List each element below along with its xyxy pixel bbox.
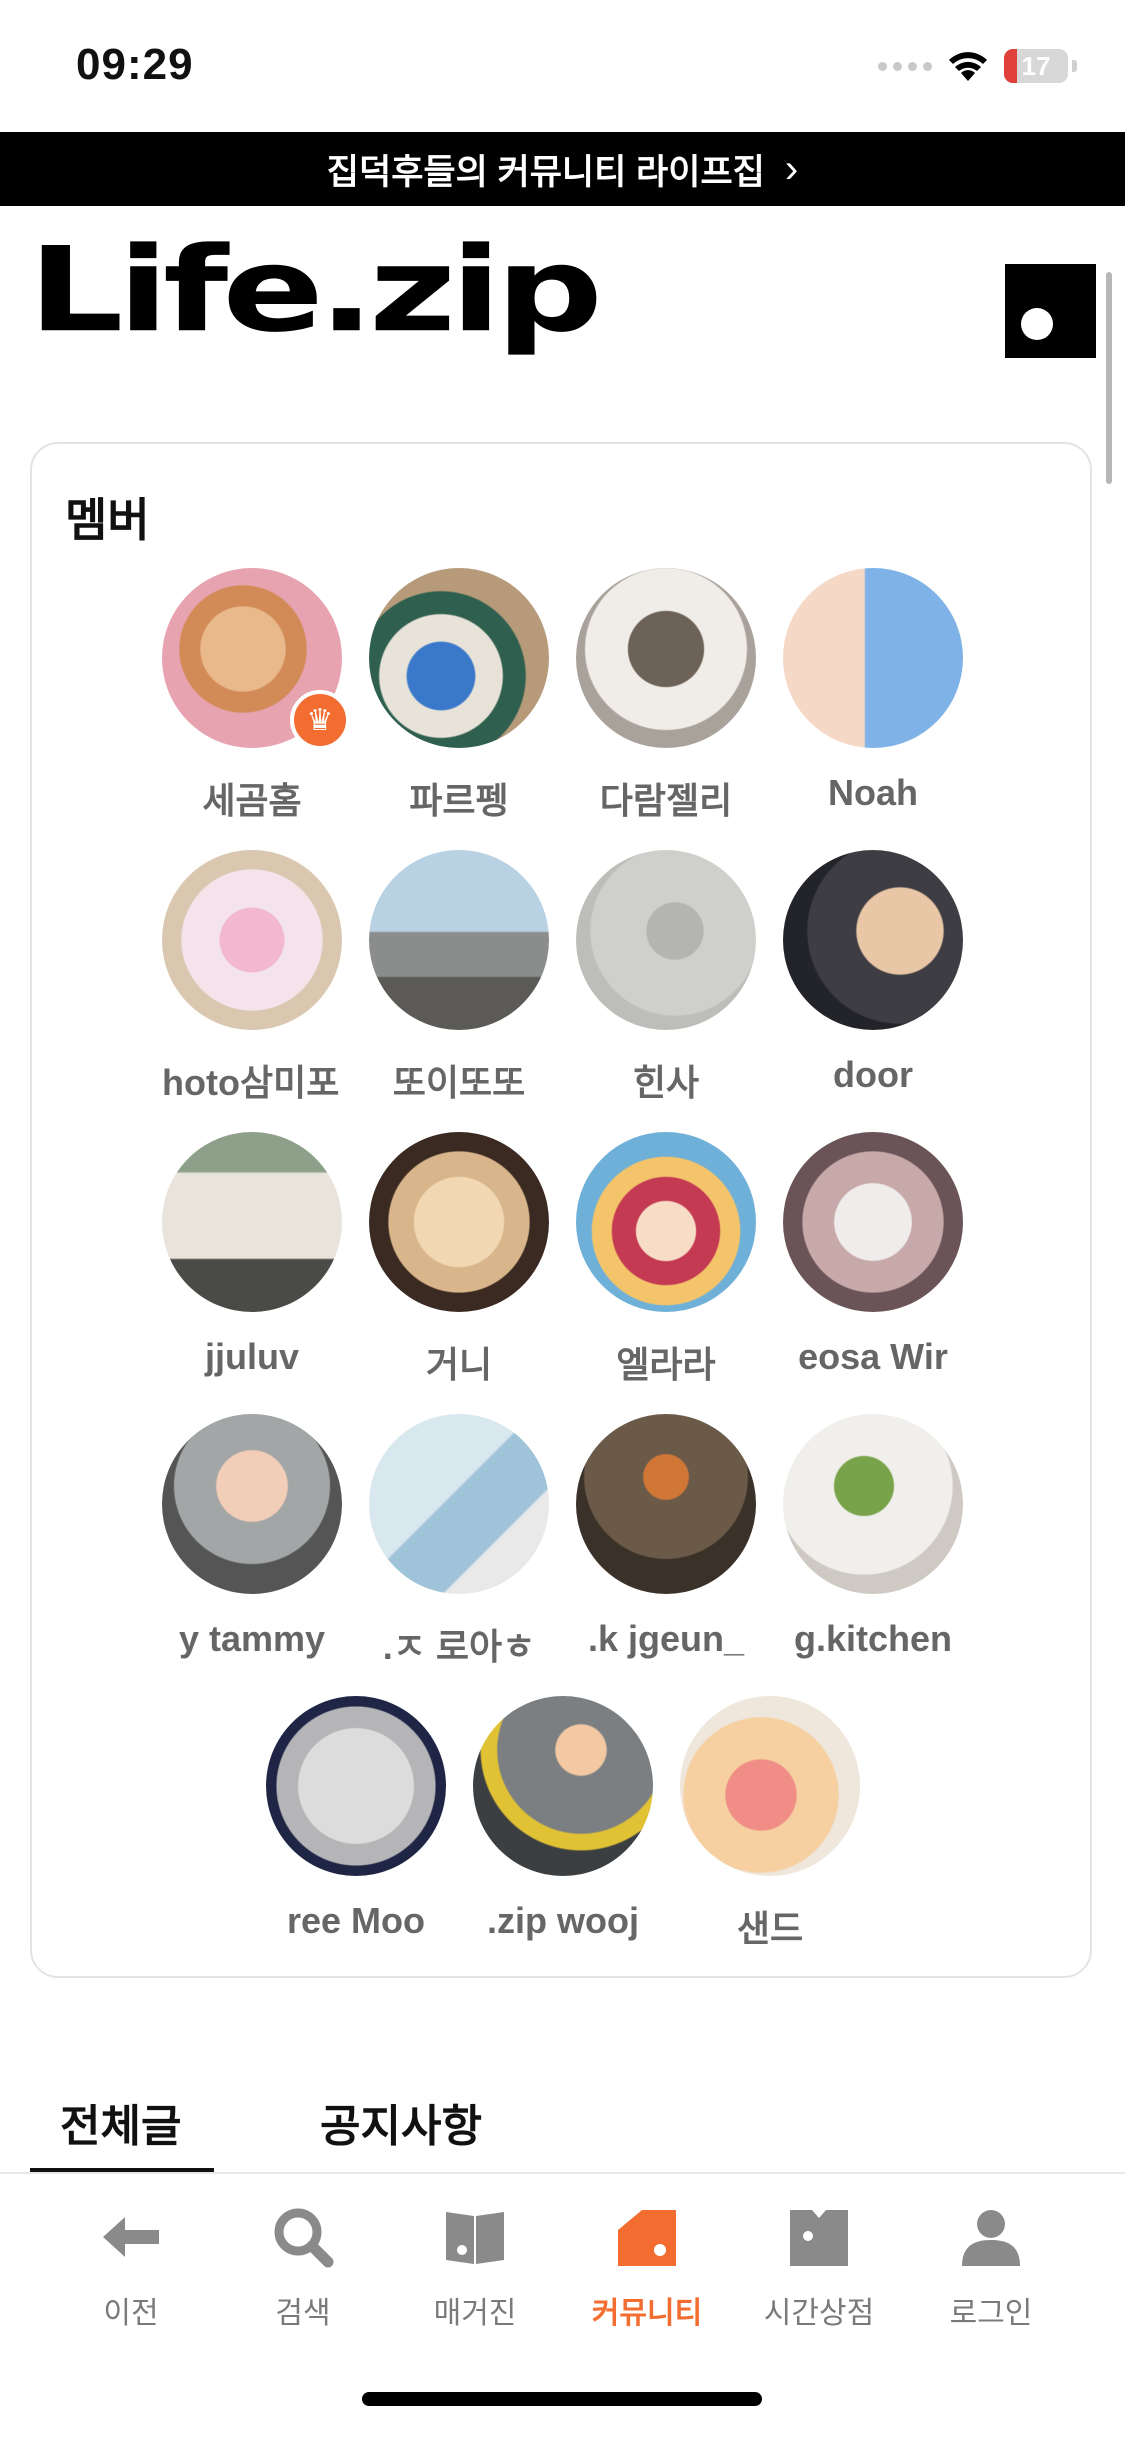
status-bar: 09:29 17 — [0, 0, 1125, 132]
home-indicator[interactable] — [362, 2392, 762, 2406]
member-name: 다람젤리 — [599, 780, 733, 821]
nav-label: 로그인 — [949, 2297, 1033, 2330]
member-name: 거니 — [425, 1344, 493, 1385]
member-name: 또이또또 — [392, 1062, 526, 1103]
battery-icon: 17 — [1004, 49, 1068, 83]
member-avatar — [576, 1414, 756, 1594]
member-avatar — [369, 1414, 549, 1594]
member-item[interactable]: Noah — [783, 568, 963, 814]
member-avatar — [369, 568, 549, 748]
nav-label: 시간상점 — [763, 2297, 875, 2330]
user-icon — [962, 2210, 1020, 2266]
members-title: 멤버 — [65, 494, 150, 546]
wifi-icon — [949, 52, 987, 81]
member-name: 엘라라 — [616, 1344, 716, 1385]
member-name: 세곰홈 — [202, 780, 302, 821]
member-name: .k jgeun_ — [587, 1618, 745, 1659]
member-avatar — [369, 1132, 549, 1312]
logo-mark-icon[interactable] — [1005, 264, 1096, 358]
status-icons: 17 — [878, 46, 1077, 86]
battery-level: 17 — [1021, 50, 1051, 81]
tab-notice[interactable]: 공지사항 — [320, 2090, 482, 2154]
member-item[interactable]: ♛ 세곰홈 — [162, 568, 350, 824]
nav-label: 커뮤니티 — [591, 2297, 703, 2330]
book-icon — [446, 2212, 504, 2264]
member-avatar — [783, 1132, 963, 1312]
member-name: hoto삼미포! — [162, 1062, 342, 1103]
member-avatar — [473, 1696, 653, 1876]
nav-community[interactable]: 커뮤니티 — [561, 2200, 733, 2332]
banner-text: 집덕후들의 커뮤니티 라이프집 — [326, 152, 765, 192]
status-time: 09:29 — [76, 40, 194, 89]
nav-timesale[interactable]: 시간상점 — [733, 2200, 905, 2332]
member-name: jjuluv — [204, 1336, 299, 1377]
member-name: g.kitchen — [793, 1618, 953, 1659]
member-avatar — [162, 850, 342, 1030]
site-logo[interactable]: Life.zip — [28, 232, 603, 349]
member-item[interactable]: jjuluv — [162, 1132, 342, 1378]
nav-back[interactable]: 이전 — [45, 2200, 217, 2332]
member-name: Noah — [828, 772, 918, 813]
member-item[interactable]: eosa Wir — [783, 1132, 963, 1378]
member-name: y tammy — [178, 1618, 326, 1659]
tab-all-posts[interactable]: 전체글 — [60, 2090, 181, 2154]
nav-login[interactable]: 로그인 — [905, 2200, 1077, 2332]
member-item[interactable]: 파르펭 — [369, 568, 549, 824]
scrollbar[interactable] — [1106, 272, 1112, 484]
member-name: door — [833, 1054, 913, 1095]
member-avatar — [369, 850, 549, 1030]
member-item[interactable]: hoto삼미포! — [162, 850, 342, 1106]
member-name: ree Moo — [286, 1900, 426, 1941]
post-tabs: 전체글 공지사항 — [0, 2090, 1125, 2172]
member-item[interactable]: ree Moo — [266, 1696, 446, 1942]
member-avatar — [783, 568, 963, 748]
member-item[interactable]: 또이또또 — [369, 850, 549, 1106]
member-avatar — [266, 1696, 446, 1876]
search-icon — [274, 2208, 334, 2268]
member-item[interactable]: g.kitchen — [783, 1414, 963, 1660]
member-name: 힌사 — [632, 1062, 700, 1103]
member-item[interactable]: 힌사 — [576, 850, 756, 1106]
member-avatar — [783, 1414, 963, 1594]
member-item[interactable]: 엘라라 — [576, 1132, 756, 1388]
member-item[interactable]: .k jgeun_ — [576, 1414, 756, 1660]
member-item[interactable]: 다람젤리 — [576, 568, 756, 824]
nav-label: 매거진 — [433, 2297, 517, 2330]
member-name: 파르펭 — [409, 780, 509, 821]
member-item[interactable]: .zip wooj — [473, 1696, 653, 1942]
member-name: eosa Wir — [798, 1336, 948, 1377]
community-house-icon — [618, 2210, 676, 2266]
member-avatar — [162, 1414, 342, 1594]
back-arrow-icon — [103, 2217, 159, 2257]
member-avatar — [576, 1132, 756, 1312]
member-avatar — [162, 1132, 342, 1312]
nav-label: 이전 — [103, 2297, 159, 2330]
store-bag-icon — [790, 2210, 848, 2266]
member-item[interactable]: 거니 — [369, 1132, 549, 1388]
nav-search[interactable]: 검색 — [217, 2200, 389, 2332]
member-name: 샌드 — [736, 1908, 804, 1949]
crown-badge-icon: ♛ — [290, 690, 350, 750]
community-banner[interactable]: 집덕후들의 커뮤니티 라이프집 › — [0, 132, 1125, 206]
nav-label: 검색 — [275, 2297, 331, 2330]
nav-magazine[interactable]: 매거진 — [389, 2200, 561, 2332]
member-item[interactable]: y tammy — [162, 1414, 342, 1660]
member-item[interactable]: 샌드 — [680, 1696, 860, 1952]
member-avatar — [680, 1696, 860, 1876]
member-name: .zip wooj — [487, 1900, 639, 1941]
members-card: 멤버 ♛ 세곰홈 파르펭 다람젤리 Noah hoto삼미포! 또이또또 힌사 … — [30, 442, 1092, 1978]
member-item[interactable]: .ㅈ 로아ㅎ — [369, 1414, 549, 1670]
member-item[interactable]: door — [783, 850, 963, 1096]
member-avatar — [576, 568, 756, 748]
member-avatar — [576, 850, 756, 1030]
member-avatar — [783, 850, 963, 1030]
cellular-signal-icon — [878, 61, 932, 71]
member-name: .ㅈ 로아ㅎ — [382, 1626, 536, 1667]
chevron-right-icon: › — [784, 146, 799, 191]
